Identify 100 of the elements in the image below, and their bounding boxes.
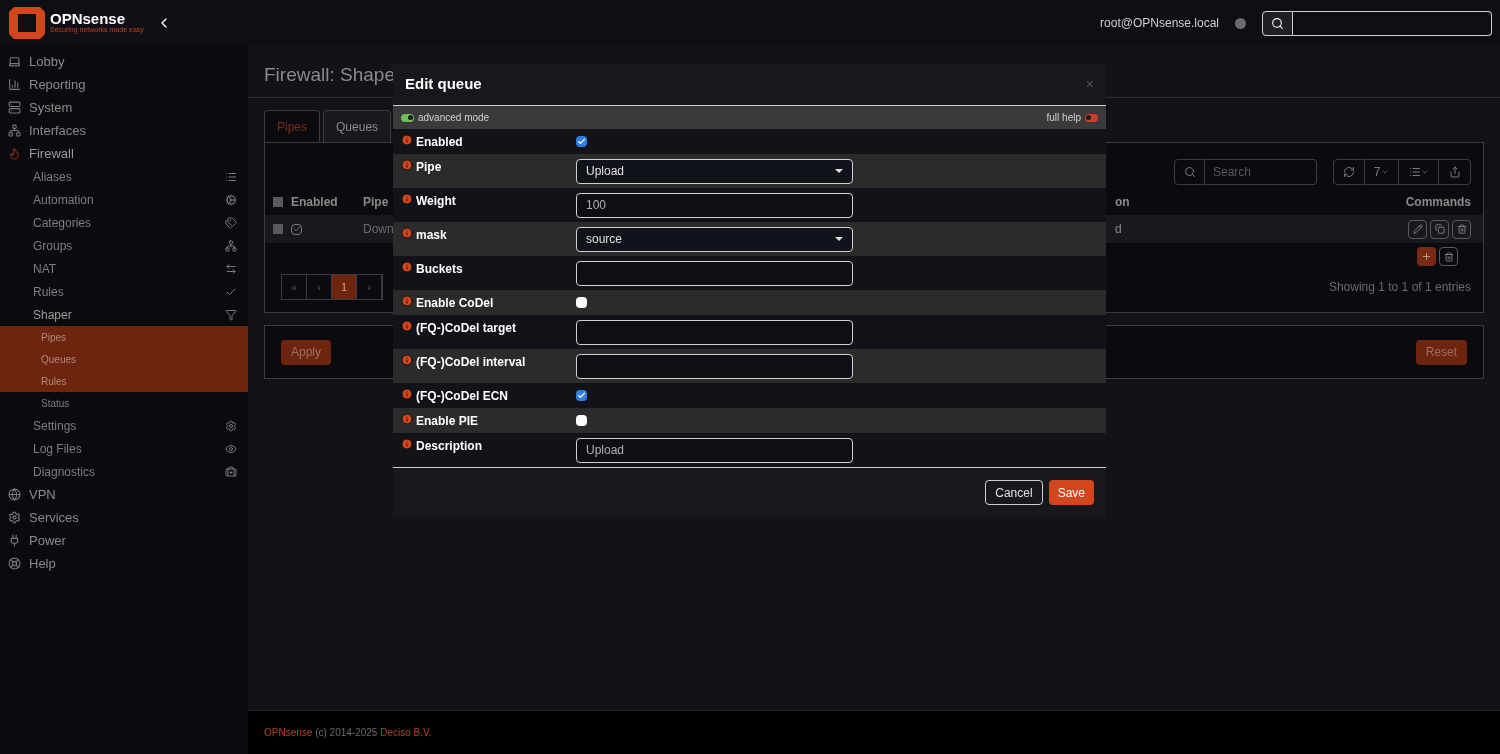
field-label: Weight <box>416 193 456 210</box>
filter-icon <box>225 308 237 321</box>
delete-selected-button[interactable] <box>1439 247 1458 266</box>
info-icon[interactable] <box>401 413 413 425</box>
input-field[interactable] <box>576 260 853 286</box>
input-field[interactable] <box>576 353 853 379</box>
lifebuoy-icon <box>8 557 21 570</box>
pagination-item[interactable]: 1 <box>332 275 357 299</box>
checkbox[interactable] <box>576 415 587 426</box>
info-icon[interactable] <box>401 320 413 332</box>
add-button[interactable] <box>1417 247 1436 266</box>
field-label: (FQ-)CoDel ECN <box>416 388 508 405</box>
caret-icon <box>1420 168 1429 176</box>
reset-button[interactable]: Reset <box>1415 339 1467 365</box>
caret-icon <box>1381 168 1390 176</box>
sidebar-item[interactable]: Help <box>0 552 248 575</box>
plus-icon <box>1421 251 1432 262</box>
plug-icon <box>8 534 21 547</box>
input-field[interactable] <box>576 319 853 345</box>
sidebar-item[interactable]: Status <box>0 392 248 414</box>
sidebar-item[interactable]: Interfaces <box>0 119 248 142</box>
field-label: Pipe <box>416 159 442 176</box>
sidebar-item[interactable]: Diagnostics <box>0 460 248 483</box>
row-checkbox[interactable] <box>273 224 283 234</box>
info-icon[interactable] <box>401 159 413 171</box>
info-icon[interactable] <box>401 227 413 239</box>
select-field[interactable]: source <box>576 226 853 252</box>
info-icon[interactable] <box>401 295 413 307</box>
trash-icon <box>1443 251 1454 262</box>
sidebar-item[interactable]: Aliases <box>0 165 248 188</box>
refresh-button[interactable] <box>1333 159 1365 185</box>
info-icon[interactable] <box>401 438 413 450</box>
edit-button[interactable] <box>1408 219 1427 239</box>
sidebar-item[interactable]: Automation <box>0 188 248 211</box>
sidebar-item[interactable]: VPN <box>0 483 248 506</box>
sidebar-item[interactable]: Lobby <box>0 50 248 73</box>
sidebar-item[interactable]: Firewall <box>0 142 248 165</box>
copy-icon <box>1434 224 1445 234</box>
logo-icon <box>8 5 46 41</box>
sidebar-item[interactable]: Categories <box>0 211 248 234</box>
sidebar-item[interactable]: NAT <box>0 257 248 280</box>
modal-title: Edit queue <box>405 74 482 95</box>
tab[interactable]: Queues <box>323 110 392 142</box>
caret-icon <box>835 237 843 241</box>
cancel-button[interactable]: Cancel <box>985 480 1043 505</box>
copy-button[interactable] <box>1430 219 1449 239</box>
sidebar-item[interactable]: Services <box>0 506 248 529</box>
save-button[interactable]: Save <box>1048 480 1094 505</box>
table-cell-text: d <box>1115 221 1122 238</box>
pagination-item[interactable]: › <box>357 275 382 299</box>
sidebar-item[interactable]: Settings <box>0 414 248 437</box>
list-icon <box>1408 166 1421 178</box>
checkbox[interactable] <box>576 136 587 147</box>
sidebar-item[interactable]: Rules <box>0 370 248 392</box>
delete-button[interactable] <box>1452 219 1471 239</box>
caret-icon <box>835 169 843 173</box>
page-size-dropdown[interactable]: 7 <box>1365 159 1399 185</box>
sidebar-item[interactable]: Log Files <box>0 437 248 460</box>
field-label: (FQ-)CoDel interval <box>416 354 526 371</box>
sidebar-item[interactable]: Shaper <box>0 303 248 326</box>
apply-button[interactable]: Apply <box>281 339 332 365</box>
column-header: Enabled <box>291 194 339 211</box>
column-header: Commands <box>1405 194 1471 211</box>
sidebar-item[interactable]: Pipes <box>0 326 248 348</box>
medical-kit-icon <box>225 465 237 478</box>
flame-icon <box>8 147 21 160</box>
sidebar-item[interactable]: System <box>0 96 248 119</box>
column-header: Pipe <box>363 195 389 209</box>
field-label: Buckets <box>416 261 463 278</box>
table-cell: Down <box>363 222 394 236</box>
pagination-item[interactable]: « <box>282 275 307 299</box>
info-icon[interactable] <box>401 261 413 273</box>
sidebar-item[interactable]: Power <box>0 529 248 552</box>
eye-icon <box>225 442 237 455</box>
globe-icon <box>8 488 21 501</box>
info-icon[interactable] <box>401 388 413 400</box>
settings-icon <box>8 511 21 524</box>
sidebar-item[interactable]: Queues <box>0 348 248 370</box>
search-icon <box>1271 16 1284 30</box>
sidebar-item[interactable]: Groups <box>0 234 248 257</box>
full-help-toggle[interactable] <box>1085 113 1098 122</box>
input-field[interactable]: Upload <box>576 437 853 463</box>
export-icon <box>1448 166 1461 178</box>
footer-text: OPNsense (c) 2014-2025 Deciso B.V. <box>264 726 432 740</box>
trash-icon <box>1456 224 1467 234</box>
checkbox[interactable] <box>576 390 587 401</box>
sidebar-item[interactable]: Reporting <box>0 73 248 96</box>
info-icon[interactable] <box>401 193 413 205</box>
checkbox[interactable] <box>576 297 587 308</box>
arrows-icon <box>225 262 237 275</box>
advanced-mode-toggle[interactable] <box>401 113 414 122</box>
select-field[interactable]: Upload <box>576 158 853 184</box>
sidebar-item[interactable]: Rules <box>0 280 248 303</box>
input-field[interactable]: 100 <box>576 192 853 218</box>
info-icon[interactable] <box>401 134 413 146</box>
select-all-checkbox[interactable] <box>273 197 283 207</box>
brand-name: OPNsense <box>50 11 126 27</box>
info-icon[interactable] <box>401 354 413 366</box>
list-icon <box>225 170 237 183</box>
search-field[interactable]: Search <box>1205 159 1317 185</box>
